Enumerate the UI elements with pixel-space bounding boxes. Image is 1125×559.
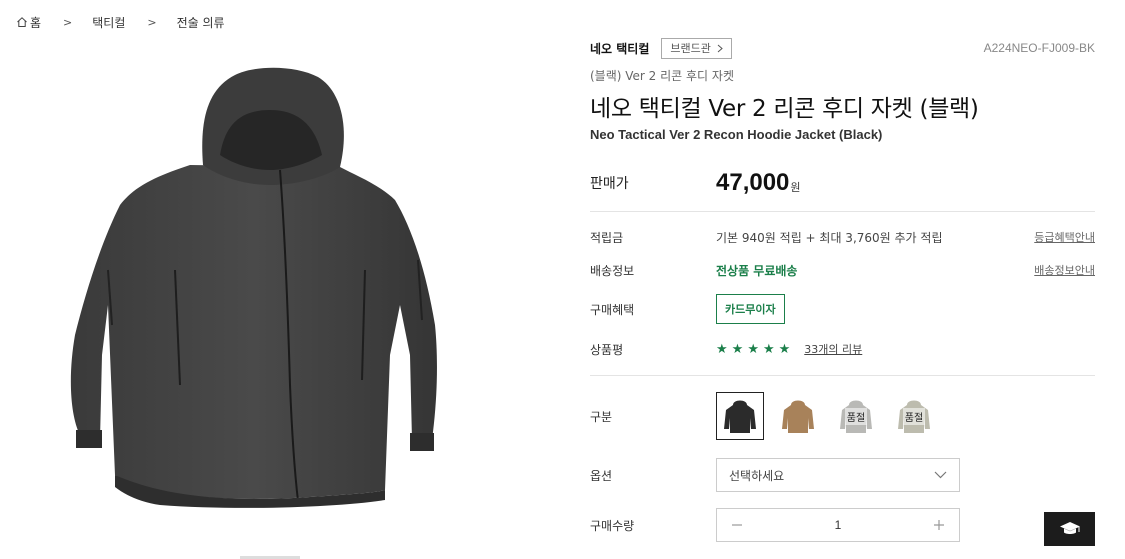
divider [590, 375, 1095, 376]
benefit-row: 구매혜택 카드무이자 [590, 294, 1095, 324]
rating-stars: ★ ★ ★ ★ ★ [716, 342, 790, 357]
benefit-label: 구매혜택 [590, 302, 635, 317]
product-code: A224NEO-FJ009-BK [983, 41, 1095, 55]
breadcrumb: 홈 > 택티컬 > 전술 의류 [16, 12, 225, 32]
review-label: 상품평 [590, 342, 624, 357]
card-installment-button[interactable]: 카드무이자 [716, 294, 785, 324]
price-value: 47,000 [716, 169, 790, 196]
product-image[interactable] [40, 55, 510, 559]
quantity-stepper: 1 [716, 508, 960, 542]
review-row: 상품평 ★ ★ ★ ★ ★ 33개의 리뷰 [590, 340, 1095, 358]
grade-benefit-link[interactable]: 등급혜택안내 [1034, 229, 1095, 245]
variant-label: 구분 [590, 409, 613, 424]
breadcrumb-separator: > [147, 15, 157, 29]
floating-menu-button[interactable] [1044, 512, 1095, 546]
breadcrumb-home[interactable]: 홈 [16, 14, 41, 31]
variant-black[interactable] [716, 392, 764, 440]
star-icon: ★ [762, 341, 775, 357]
breadcrumb-item-apparel[interactable]: 전술 의류 [177, 14, 225, 31]
price-label: 판매가 [590, 176, 629, 192]
brand-hall-button[interactable]: 브랜드관 [661, 37, 732, 59]
review-count-link[interactable]: 33개의 리뷰 [804, 341, 862, 357]
variant-list: 품절 품절 [716, 392, 938, 440]
quantity-row: 구매수량 1 [590, 508, 1095, 542]
points-label: 적립금 [590, 230, 624, 245]
breadcrumb-separator: > [63, 15, 73, 29]
star-icon: ★ [716, 341, 728, 357]
chevron-down-icon [934, 471, 947, 479]
points-row: 적립금 기본 940원 적립 + 최대 3,760원 추가 적립 등급혜택안내 [590, 228, 1095, 246]
jacket-thumbnail [724, 400, 756, 433]
price-row: 판매가 47,000 원 [590, 168, 1095, 198]
star-icon: ★ [778, 341, 791, 357]
product-title: 네오 택티컬 Ver 2 리콘 후디 자켓 (블랙) [590, 96, 979, 122]
variant-gray[interactable]: 품절 [832, 392, 880, 440]
variant-coyote[interactable] [774, 392, 822, 440]
points-value: 기본 940원 적립 + 최대 3,760원 추가 적립 [716, 230, 943, 245]
product-subtitle: (블랙) Ver 2 리콘 후디 자켓 [590, 69, 734, 83]
shipping-info-link[interactable]: 배송정보안내 [1034, 262, 1095, 278]
quantity-value[interactable]: 1 [835, 518, 842, 532]
option-row: 옵션 선택하세요 [590, 458, 1095, 492]
soldout-badge: 품절 [844, 407, 868, 425]
chevron-right-icon [717, 44, 723, 52]
shipping-row: 배송정보 전상품 무료배송 배송정보안내 [590, 261, 1095, 279]
option-placeholder: 선택하세요 [729, 468, 785, 483]
graduation-cap-icon [1059, 522, 1080, 534]
breadcrumb-home-label: 홈 [30, 15, 42, 30]
variant-row: 구분 품절 품절 [590, 392, 1095, 440]
jacket-image [70, 67, 437, 508]
shipping-label: 배송정보 [590, 263, 635, 278]
plus-icon[interactable] [929, 515, 949, 535]
soldout-badge: 품절 [902, 407, 926, 425]
breadcrumb-item-tactical[interactable]: 택티컬 [92, 14, 125, 31]
jacket-thumbnail [782, 400, 814, 433]
minus-icon[interactable] [727, 515, 747, 535]
price-unit: 원 [790, 181, 801, 194]
brand-hall-label: 브랜드관 [670, 42, 711, 55]
brand-name[interactable]: 네오 택티컬 [590, 40, 649, 57]
quantity-label: 구매수량 [590, 518, 635, 533]
divider [590, 211, 1095, 212]
option-label: 옵션 [590, 468, 613, 483]
star-icon: ★ [731, 341, 744, 357]
brand-row: 네오 택티컬 브랜드관 A224NEO-FJ009-BK [590, 37, 1095, 59]
shipping-value: 전상품 무료배송 [716, 263, 798, 278]
star-icon: ★ [747, 341, 759, 357]
option-select[interactable]: 선택하세요 [716, 458, 960, 492]
home-icon [16, 16, 30, 28]
product-title-en: Neo Tactical Ver 2 Recon Hoodie Jacket (… [590, 127, 883, 142]
variant-sage[interactable]: 품절 [890, 392, 938, 440]
